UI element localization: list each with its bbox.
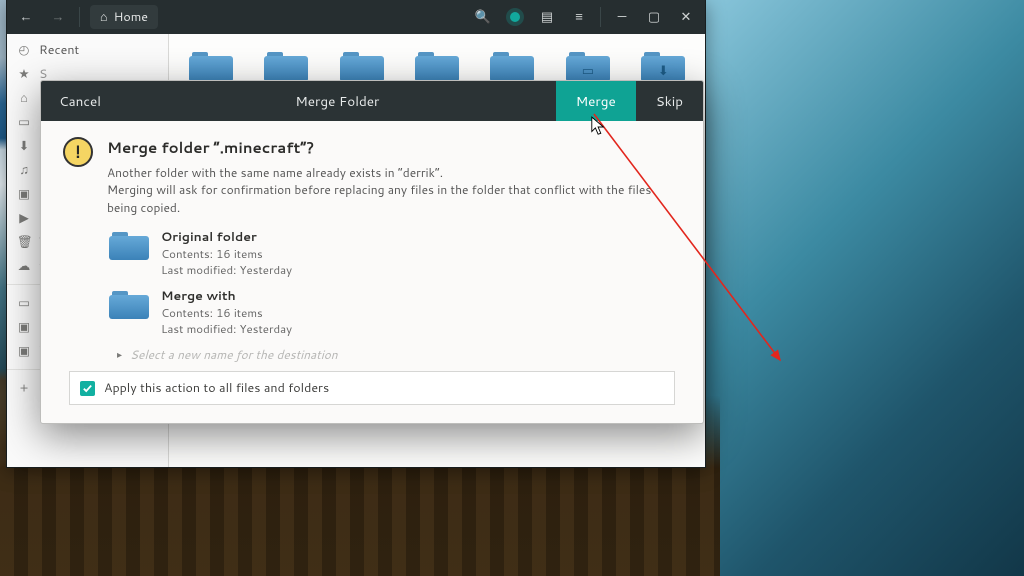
folder-icon: ⬇ [641,48,685,82]
entry-title: Original folder [161,228,292,246]
maximize-icon: ▢ [648,8,660,26]
folder-icon [109,228,149,260]
sidebar-item[interactable]: ◴ Recent [7,38,168,62]
sidebar-icon: 🗑 [17,233,31,251]
sidebar-item-label: Recent [39,41,79,59]
location-label: Home [114,8,148,26]
apply-all-checkbox[interactable] [80,381,95,396]
folder-icon: ▭ [566,48,610,82]
sidebar-icon: ♫ [17,161,31,179]
entry-title: Merge with [161,287,292,305]
dialog-desc-1: Another folder with the same name alread… [107,164,681,181]
entry-contents: Contents: 16 items [161,246,292,262]
rename-hint: Select a new name for the destination [130,346,338,363]
menu-icon: ≡ [575,8,583,26]
drive-icon: ▭ [17,294,31,312]
merge-button[interactable]: Merge [556,81,636,121]
folder-icon [490,48,534,82]
entry-contents: Contents: 16 items [161,305,292,321]
cancel-button[interactable]: Cancel [41,81,119,121]
dialog-desc-2: Merging will ask for confirmation before… [107,181,681,216]
apply-all-row[interactable]: Apply this action to all files and folde… [69,371,675,405]
search-icon: 🔍 [475,8,491,26]
plus-icon: + [17,379,31,397]
folder-icon [264,48,308,82]
close-button[interactable]: ✕ [675,6,697,28]
mouse-cursor [590,116,608,138]
folder-icon [340,48,384,82]
folder-icon [189,48,233,82]
search-button[interactable]: 🔍 [472,6,494,28]
sidebar-icon: ▣ [17,185,31,203]
original-folder-entry: Original folder Contents: 16 items Last … [109,228,681,277]
skip-button[interactable]: Skip [636,81,703,121]
sidebar-icon: ⌂ [17,89,31,107]
dialog-question: Merge folder “.minecraft”? [107,137,681,158]
apply-all-label: Apply this action to all files and folde… [104,379,329,397]
titlebar: ← → ⌂ Home 🔍 ▤ ≡ — ▢ ✕ [7,0,705,34]
rename-expander[interactable]: ▸ Select a new name for the destination [117,346,681,363]
back-button[interactable]: ← [15,6,37,28]
wallpaper-mountains [694,0,1024,576]
minimize-button[interactable]: — [611,6,633,28]
drive-icon: ▣ [17,318,31,336]
close-icon: ✕ [681,8,692,26]
activity-indicator [504,6,526,28]
entry-modified: Last modified: Yesterday [161,262,292,278]
chevron-right-icon: ▸ [117,348,122,362]
folder-icon [415,48,459,82]
sidebar-icon: ☁ [17,257,31,275]
sidebar-icon: ▭ [17,113,31,131]
minimize-icon: — [618,8,627,26]
list-icon: ▤ [541,8,553,26]
entry-modified: Last modified: Yesterday [161,321,292,337]
sidebar-icon: ⬇ [17,137,31,155]
dialog-title: Merge Folder [119,92,556,111]
merge-with-entry: Merge with Contents: 16 items Last modif… [109,287,681,336]
view-mode-button[interactable]: ▤ [536,6,558,28]
folder-icon [109,287,149,319]
hamburger-menu[interactable]: ≡ [568,6,590,28]
separator [600,7,601,27]
dialog-header: Cancel Merge Folder Merge Skip [41,81,703,121]
home-icon: ⌂ [100,8,108,26]
separator [79,7,80,27]
sidebar-icon: ◴ [17,41,31,59]
drive-icon: ▣ [17,342,31,360]
sidebar-icon: ▶ [17,209,31,227]
sidebar-icon: ★ [17,65,31,83]
maximize-button[interactable]: ▢ [643,6,665,28]
warning-icon: ! [63,137,93,167]
location-home[interactable]: ⌂ Home [90,5,158,29]
forward-button[interactable]: → [47,6,69,28]
